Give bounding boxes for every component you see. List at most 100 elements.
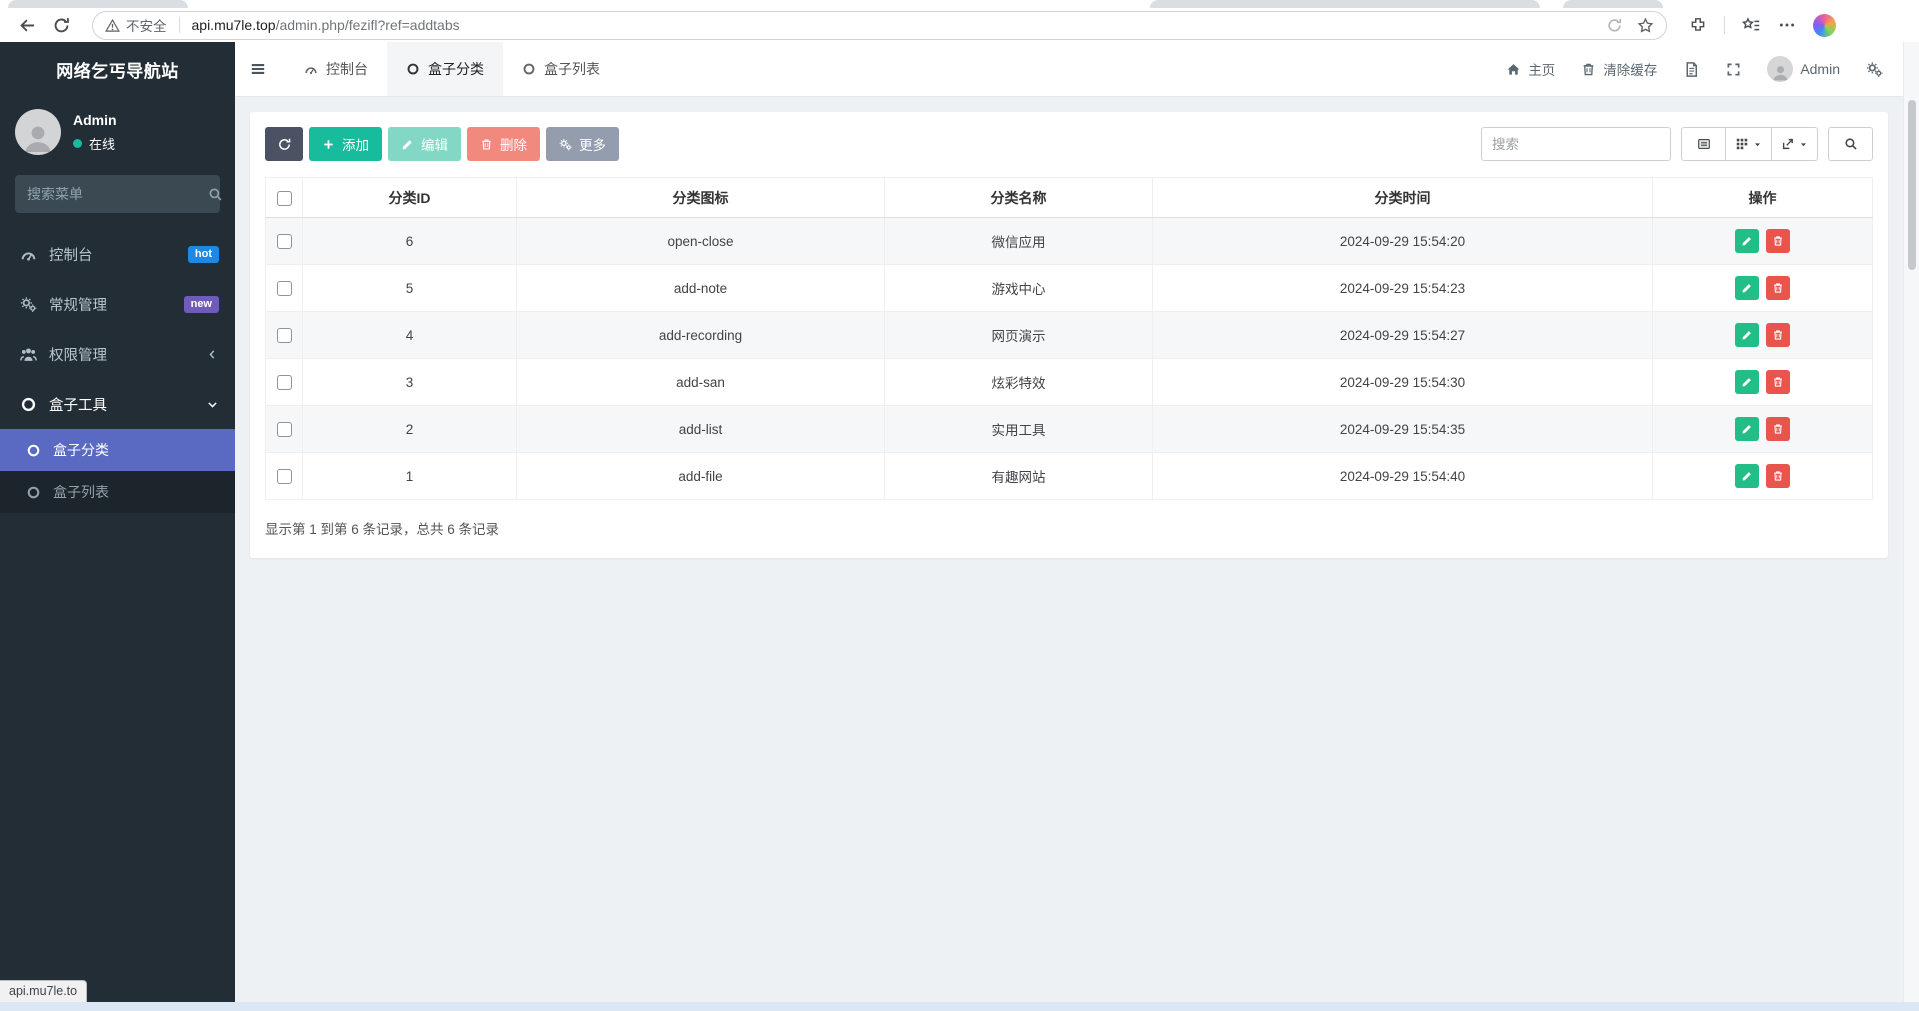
table-row[interactable]: 3 add-san 炫彩特效 2024-09-29 15:54:30 (266, 359, 1873, 406)
cell-id: 4 (303, 312, 517, 359)
copilot-icon[interactable] (1813, 14, 1836, 37)
col-header-name[interactable]: 分类名称 (885, 178, 1153, 218)
sidebar-search-input[interactable] (27, 186, 208, 202)
cell-name: 炫彩特效 (885, 359, 1153, 406)
reload-button[interactable] (44, 10, 78, 40)
tab-dashboard[interactable]: 控制台 (285, 42, 387, 96)
pencil-icon (1741, 470, 1753, 482)
sidebar-subitem-label: 盒子分类 (53, 440, 109, 460)
export-button[interactable] (1772, 127, 1818, 161)
person-icon (21, 121, 55, 155)
browser-menu-icon[interactable] (1778, 16, 1796, 34)
table-row[interactable]: 4 add-recording 网页演示 2024-09-29 15:54:27 (266, 312, 1873, 359)
warning-icon (105, 18, 120, 33)
col-header-id[interactable]: 分类ID (303, 178, 517, 218)
row-checkbox[interactable] (277, 234, 292, 249)
row-edit-button[interactable] (1735, 323, 1759, 347)
site-security[interactable]: 不安全 (105, 15, 167, 35)
row-edit-button[interactable] (1735, 464, 1759, 488)
avatar (1767, 56, 1793, 82)
sidebar-item-label: 盒子工具 (49, 394, 194, 415)
page-scrollbar[interactable] (1903, 42, 1919, 1002)
scrollbar-thumb[interactable] (1908, 100, 1916, 270)
row-delete-button[interactable] (1766, 464, 1790, 488)
sidebar-item-general[interactable]: 常规管理 new (0, 279, 235, 329)
clear-cache-button[interactable]: 清除缓存 (1581, 59, 1657, 79)
select-all-checkbox[interactable] (277, 191, 292, 206)
columns-button[interactable] (1726, 127, 1772, 161)
sidebar-item-box-list[interactable]: 盒子列表 (0, 471, 235, 513)
delete-label: 删除 (500, 134, 527, 154)
row-checkbox[interactable] (277, 422, 292, 437)
link-status-tooltip: api.mu7le.to (0, 980, 87, 1002)
row-delete-button[interactable] (1766, 229, 1790, 253)
refresh-button[interactable] (265, 127, 303, 161)
browser-actions (1689, 14, 1836, 37)
more-button[interactable]: 更多 (546, 127, 619, 161)
cell-icon: add-recording (517, 312, 885, 359)
cell-name: 有趣网站 (885, 453, 1153, 500)
sidebar-item-dashboard[interactable]: 控制台 hot (0, 229, 235, 279)
row-edit-button[interactable] (1735, 417, 1759, 441)
tab-box-list[interactable]: 盒子列表 (503, 42, 619, 96)
sidebar-item-box-category[interactable]: 盒子分类 (0, 429, 235, 471)
col-header-icon[interactable]: 分类图标 (517, 178, 885, 218)
edit-button[interactable]: 编辑 (388, 127, 461, 161)
row-checkbox[interactable] (277, 328, 292, 343)
search-toggle-button[interactable] (1828, 127, 1873, 161)
extensions-icon[interactable] (1689, 16, 1707, 34)
row-delete-button[interactable] (1766, 276, 1790, 300)
sidebar-menu: 控制台 hot 常规管理 new 权限管理 盒子工具 盒子 (0, 229, 235, 513)
gauge-icon (304, 62, 318, 76)
language-doc-button[interactable] (1683, 61, 1700, 78)
row-delete-button[interactable] (1766, 370, 1790, 394)
cell-icon: open-close (517, 218, 885, 265)
table-row[interactable]: 5 add-note 游戏中心 2024-09-29 15:54:23 (266, 265, 1873, 312)
sidebar-toggle-button[interactable] (235, 42, 285, 96)
cell-time: 2024-09-29 15:54:27 (1153, 312, 1653, 359)
fullscreen-button[interactable] (1726, 62, 1741, 77)
browser-tab[interactable] (1563, 0, 1663, 8)
tab-box-category[interactable]: 盒子分类 (387, 42, 503, 96)
expand-icon (1726, 62, 1741, 77)
row-delete-button[interactable] (1766, 323, 1790, 347)
tracking-icon[interactable] (1606, 17, 1623, 34)
table-search-input[interactable] (1481, 127, 1671, 161)
row-checkbox[interactable] (277, 281, 292, 296)
detail-view-button[interactable] (1681, 127, 1726, 161)
table-row[interactable]: 2 add-list 实用工具 2024-09-29 15:54:35 (266, 406, 1873, 453)
gears-icon (20, 296, 37, 313)
pencil-icon (1741, 329, 1753, 341)
browser-tab[interactable] (8, 0, 188, 8)
row-edit-button[interactable] (1735, 370, 1759, 394)
row-delete-button[interactable] (1766, 417, 1790, 441)
table-row[interactable]: 6 open-close 微信应用 2024-09-29 15:54:20 (266, 218, 1873, 265)
row-edit-button[interactable] (1735, 229, 1759, 253)
sidebar-item-auth[interactable]: 权限管理 (0, 329, 235, 379)
reload-icon (52, 16, 71, 35)
settings-button[interactable] (1866, 61, 1883, 78)
browser-tab[interactable] (1150, 0, 1540, 8)
col-header-time[interactable]: 分类时间 (1153, 178, 1653, 218)
caret-down-icon (1753, 140, 1762, 149)
url-path: /admin.php/fezifl?ref=addtabs (276, 17, 460, 33)
cell-actions (1653, 453, 1873, 500)
user-menu[interactable]: Admin (1767, 56, 1840, 82)
sidebar-subitem-label: 盒子列表 (53, 482, 109, 502)
add-button[interactable]: 添加 (309, 127, 382, 161)
row-checkbox[interactable] (277, 375, 292, 390)
address-bar[interactable]: 不安全 api.mu7le.top/admin.php/fezifl?ref=a… (92, 11, 1667, 40)
sidebar-item-label: 权限管理 (49, 344, 194, 365)
url-text[interactable]: api.mu7le.top/admin.php/fezifl?ref=addta… (192, 17, 460, 33)
row-edit-button[interactable] (1735, 276, 1759, 300)
favorite-star-icon[interactable] (1637, 17, 1654, 34)
sidebar-item-box-tools[interactable]: 盒子工具 (0, 379, 235, 429)
delete-button[interactable]: 删除 (467, 127, 540, 161)
table-row[interactable]: 1 add-file 有趣网站 2024-09-29 15:54:40 (266, 453, 1873, 500)
home-link[interactable]: 主页 (1506, 59, 1555, 79)
favorites-bar-icon[interactable] (1742, 16, 1761, 35)
cell-icon: add-san (517, 359, 885, 406)
back-button[interactable] (10, 10, 44, 40)
row-checkbox[interactable] (277, 469, 292, 484)
cell-icon: add-file (517, 453, 885, 500)
